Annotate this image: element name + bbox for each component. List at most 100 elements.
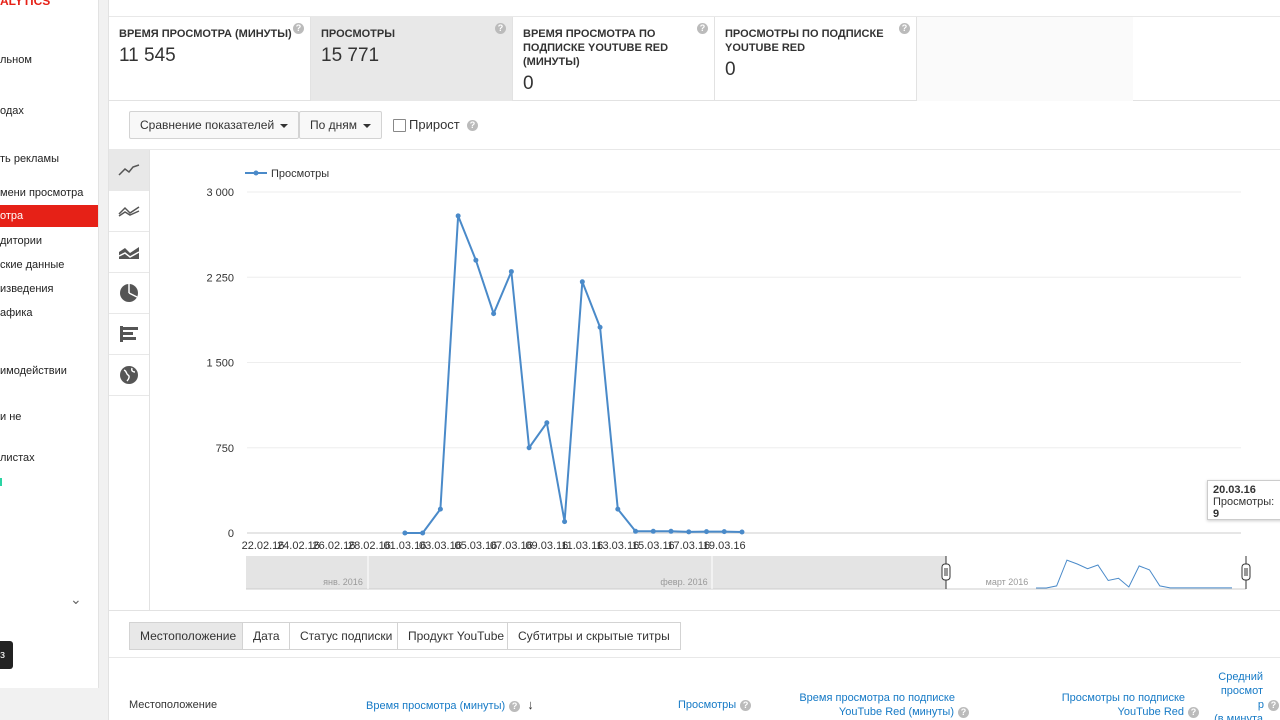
x-tick-label: 19.03.16 [703,540,746,552]
tooltip-label: Просмотры: [1213,496,1275,508]
status-dot [0,478,2,486]
column-header-label: Просмотры по подписке [1061,692,1185,704]
sidebar-dark-button[interactable]: з [0,641,13,669]
multiline-chart-icon[interactable] [109,191,149,232]
data-point [562,519,568,525]
y-tick-label: 750 [216,443,234,455]
sidebar-item[interactable]: листах [0,447,98,469]
sidebar-item-active[interactable]: отра [0,205,98,227]
metric-empty-slot [917,17,1133,101]
metric-label: ПРОСМОТРЫ [321,28,395,40]
data-point [615,506,621,512]
compare-metrics-dropdown[interactable]: Сравнение показателей [129,111,300,139]
tab-location[interactable]: Местоположение [129,622,248,650]
sort-arrow-icon[interactable]: ↓ [527,697,534,712]
data-point [650,528,656,534]
metric-label: ПРОСМОТРЫ ПО ПОДПИСКЕ YOUTUBE RED [725,28,884,54]
column-header-label: Время просмотра по подписке [799,692,955,704]
chart-controls: Сравнение показателей По дням Прирост ? [109,101,1280,150]
stacked-area-icon[interactable] [109,232,149,273]
data-point [491,311,497,317]
navigator-handle [941,563,951,581]
bar-chart-icon[interactable] [109,314,149,355]
help-icon[interactable]: ? [899,23,910,34]
help-icon[interactable]: ? [467,120,478,131]
metric-value: 0 [523,73,534,94]
period-dropdown[interactable]: По дням [299,111,383,139]
data-point [739,529,745,535]
metric-card-red-watch-time[interactable]: ВРЕМЯ ПРОСМОТРА ПО ПОДПИСКЕ YOUTUBE RED … [513,17,715,101]
caret-down-icon [280,123,289,128]
help-icon[interactable]: ? [293,23,304,34]
dimension-tabs: Местоположение Дата Статус подписки Прод… [109,610,1280,658]
column-header-watch-time[interactable]: Время просмотра (минуты)? ↓ [366,698,534,713]
metric-card-red-views[interactable]: ПРОСМОТРЫ ПО ПОДПИСКЕ YOUTUBE RED 0 ? [715,17,917,101]
sidebar-item[interactable]: ские данные [0,254,98,276]
chart-area: Просмотры 0 750 1 500 2 250 3 000 22.02.16 24.0… [150,150,1280,610]
tab-subtitles[interactable]: Субтитры и скрытые титры [507,622,681,650]
column-header-location: Местоположение [129,699,218,711]
metric-card-views[interactable]: ПРОСМОТРЫ 15 771 ? [311,17,513,101]
help-icon[interactable]: ? [958,706,969,718]
data-point [721,529,727,535]
sidebar-item[interactable]: одах [0,100,98,122]
sidebar-item[interactable]: афика [0,302,98,324]
navigator-handle [1241,563,1251,581]
column-header-red-views[interactable]: Просмотры по подписке YouTube Red? [1009,691,1199,719]
sidebar-item[interactable]: льном [0,49,98,71]
data-point [437,506,443,512]
y-tick-label: 1 500 [206,358,234,370]
data-point [473,257,479,263]
help-icon[interactable]: ? [740,699,752,711]
globe-map-icon[interactable] [109,355,149,396]
caret-down-icon [363,123,372,128]
help-icon[interactable]: ? [1268,699,1279,711]
metric-value: 0 [725,59,736,80]
data-point [455,213,461,219]
data-point [544,420,550,426]
top-strip [109,0,1280,17]
help-icon[interactable]: ? [697,23,708,34]
data-point [579,279,585,285]
table-header: Местоположение Время просмотра (минуты)?… [109,658,1280,720]
tab-date[interactable]: Дата [242,622,291,650]
help-icon[interactable]: ? [495,23,506,34]
growth-checkbox[interactable] [393,119,406,132]
tab-subscription-status[interactable]: Статус подписки [289,622,404,650]
tab-youtube-product[interactable]: Продукт YouTube [397,622,516,650]
y-tick-label: 3 000 [206,187,234,199]
data-point [420,530,426,536]
data-point [686,529,692,535]
pie-chart-icon[interactable] [109,273,149,314]
chart-type-switcher [109,150,150,610]
y-tick-label: 0 [228,528,234,540]
sidebar-item[interactable]: имодействии [0,360,98,382]
column-header-label: YouTube Red (минуты) [838,706,954,718]
line-chart-icon[interactable] [109,150,149,191]
navigator-label: февр. 2016 [660,577,707,587]
column-header-label: YouTube Red [1117,706,1184,718]
metric-value: 15 771 [321,45,380,66]
sidebar-item[interactable]: дитории [0,230,98,252]
sidebar-item[interactable]: изведения [0,278,98,300]
data-point [597,324,603,330]
help-icon[interactable]: ? [509,700,521,712]
column-header-views[interactable]: Просмотры? [678,698,752,712]
tooltip-value: 9 [1213,508,1220,520]
chevron-down-icon[interactable]: ⌄ [70,591,82,608]
growth-label: Прирост [409,117,460,132]
metric-label: ВРЕМЯ ПРОСМОТРА ПО ПОДПИСКЕ YOUTUBE RED … [523,28,669,68]
column-header-label: Время просмотра (минуты) [366,700,506,712]
data-point [508,269,514,275]
legend-label: Просмотры [271,168,329,180]
sidebar-item[interactable]: и не [0,406,98,428]
column-header-avg-duration[interactable]: Средний просмот р? (в минута [1189,670,1279,720]
column-header-label: Просмотры [678,699,737,711]
column-header-label: р [1257,699,1264,711]
column-header-red-watch-time[interactable]: Время просмотра по подписке YouTube Red … [779,691,969,719]
metric-card-watch-time[interactable]: ВРЕМЯ ПРОСМОТРА (МИНУТЫ) 11 545 ? [109,17,311,101]
tooltip-date: 20.03.16 [1213,484,1256,496]
sidebar-item[interactable]: ть рекламы [0,148,98,170]
sidebar-item[interactable]: мени просмотра [0,182,98,204]
series-line [404,215,742,534]
